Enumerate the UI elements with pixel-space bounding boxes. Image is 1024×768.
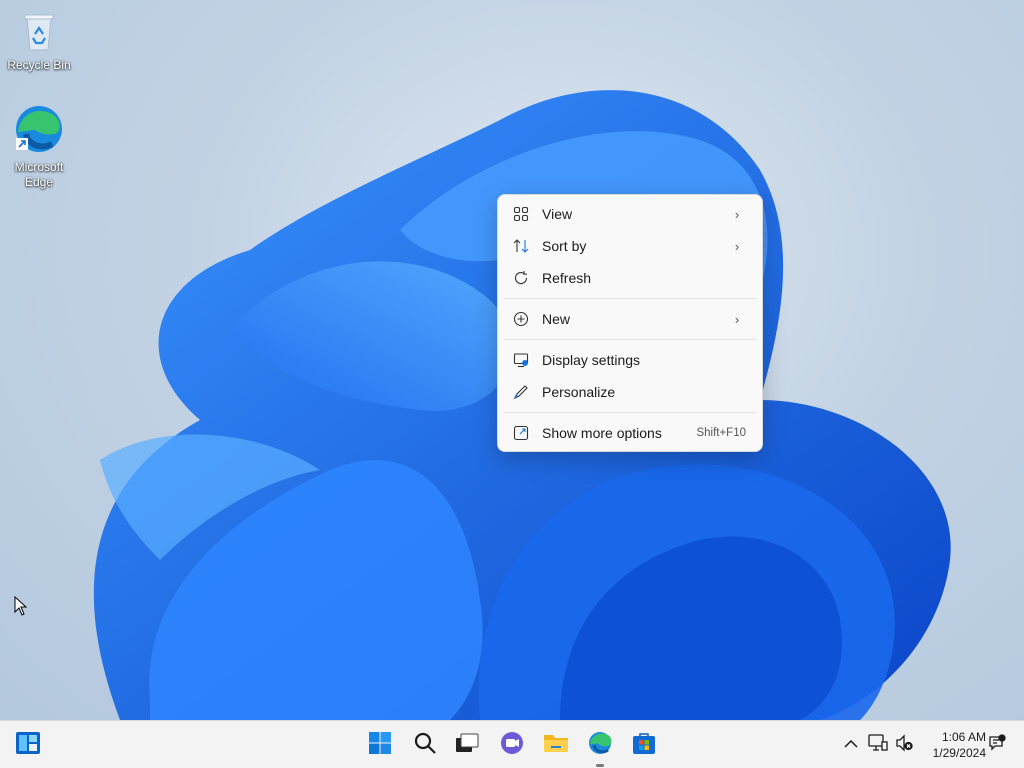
notification-icon [988,733,1006,757]
show-hidden-icons-button[interactable] [841,735,861,755]
menu-item-label: Sort by [542,238,587,254]
search-button[interactable] [407,727,443,763]
widgets-icon [15,731,41,760]
show-more-options-icon [512,424,530,442]
menu-item-label: View [542,206,573,222]
active-app-indicator [596,764,604,767]
start-icon [368,731,392,760]
chevron-right-icon: › [734,311,740,327]
volume-button[interactable] [894,733,914,757]
task-view-icon [454,732,480,759]
desktop-icon-microsoft-edge[interactable]: Microsoft Edge [1,104,77,190]
menu-item-show-more-options[interactable]: Show more options Shift+F10 [504,419,756,447]
menu-item-shortcut: Shift+F10 [696,427,746,439]
desktop-icon-recycle-bin[interactable]: Recycle Bin [1,10,77,73]
store-icon [632,731,656,760]
chevron-right-icon: › [734,206,740,222]
chat-button[interactable] [494,727,530,763]
chat-icon [499,730,525,761]
clock-date: 1/29/2024 [932,746,986,760]
menu-separator [504,298,756,299]
menu-item-label: Show more options [542,425,662,441]
menu-item-display-settings[interactable]: Display settings [504,346,756,374]
store-button[interactable] [626,727,662,763]
menu-item-label: Refresh [542,270,592,286]
task-view-button[interactable] [449,727,485,763]
menu-item-label: New [542,311,571,327]
file-explorer-button[interactable] [538,727,574,763]
desktop-icon-label: Microsoft Edge [14,160,64,189]
menu-item-new[interactable]: New › [504,305,756,333]
clock-time: 1:06 AM [941,730,986,744]
recycle-bin-icon [1,10,77,56]
desktop-icon-label: Recycle Bin [7,58,71,72]
refresh-icon [512,269,530,287]
edge-icon [1,104,77,158]
chevron-right-icon: › [734,238,740,254]
menu-item-label: Display settings [542,352,641,368]
menu-item-label: Personalize [542,384,616,400]
menu-item-refresh[interactable]: Refresh [504,264,756,292]
edge-taskbar-button[interactable] [582,727,618,767]
sort-icon [512,237,530,255]
network-button[interactable] [868,733,888,757]
menu-item-view[interactable]: View › [504,200,756,228]
display-settings-icon [512,351,530,369]
widgets-button[interactable] [10,727,46,763]
chevron-up-icon [844,736,858,754]
network-icon [868,733,888,757]
menu-item-personalize[interactable]: Personalize [504,378,756,406]
taskbar: 1:06 AM 1/29/2024 [0,720,1024,768]
edge-icon [587,730,613,761]
menu-item-sort-by[interactable]: Sort by › [504,232,756,260]
notification-button[interactable] [987,733,1007,757]
start-button[interactable] [362,727,398,763]
system-clock[interactable]: 1:06 AM 1/29/2024 [924,729,986,761]
view-grid-icon [512,205,530,223]
search-icon [413,731,437,760]
new-plus-icon [512,310,530,328]
mouse-cursor-icon [14,596,28,616]
personalize-pen-icon [512,383,530,401]
desktop-context-menu: View › Sort by › Refresh New › Display s… [497,194,763,452]
volume-muted-icon [895,733,913,757]
menu-separator [504,412,756,413]
menu-separator [504,339,756,340]
file-explorer-icon [543,732,569,759]
